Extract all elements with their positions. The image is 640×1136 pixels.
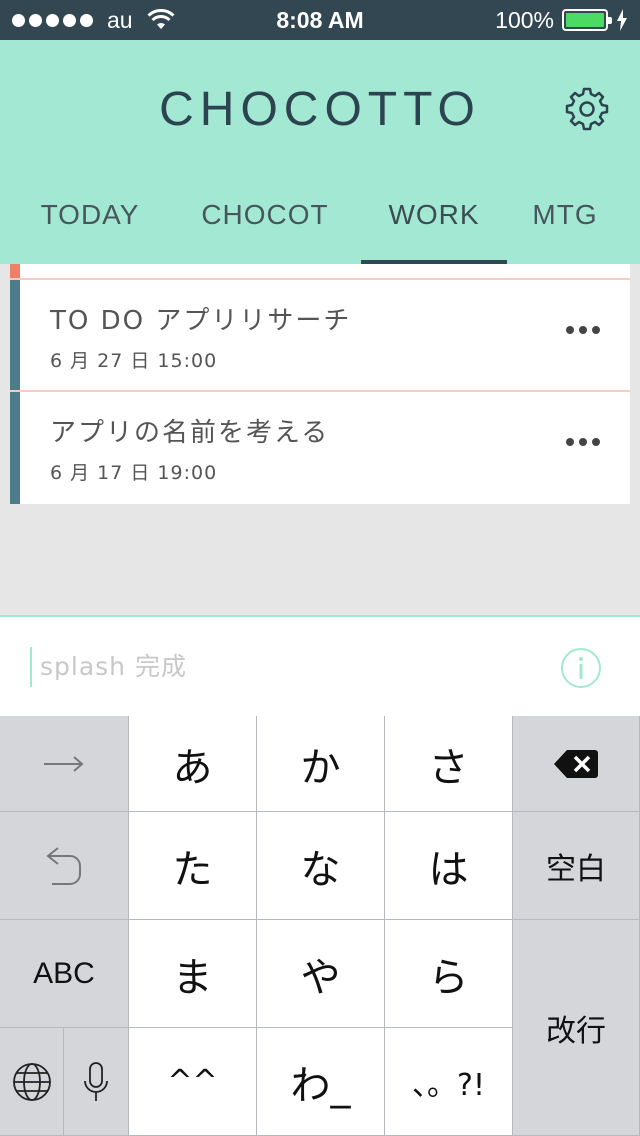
key-ra[interactable]: ら	[385, 920, 513, 1028]
new-task-bar	[0, 615, 640, 716]
tab-today[interactable]: TODAY	[10, 190, 170, 264]
key-undo[interactable]	[0, 812, 129, 920]
globe-icon	[12, 1062, 51, 1101]
task-row[interactable]: TO DO アプリリサーチ 6 月 27 日 15:00	[10, 280, 630, 392]
category-stripe	[10, 280, 20, 390]
status-bar: au 8:08 AM 100%	[0, 0, 640, 40]
new-task-input[interactable]	[40, 645, 520, 687]
backspace-icon	[554, 749, 598, 778]
battery-percent: 100%	[495, 6, 554, 33]
key-a[interactable]: あ	[129, 716, 257, 812]
key-ya[interactable]: や	[257, 920, 385, 1028]
more-dots-icon[interactable]	[566, 326, 600, 334]
tab-mtg[interactable]: MTG	[515, 190, 615, 264]
gear-icon[interactable]	[564, 86, 610, 132]
more-dots-icon[interactable]	[566, 438, 600, 446]
key-ma[interactable]: ま	[129, 920, 257, 1028]
undo-icon	[46, 846, 81, 885]
key-microphone[interactable]	[64, 1028, 129, 1136]
category-tabs: TODAY CHOCOT WORK MTG	[0, 190, 640, 264]
text-caret	[30, 647, 32, 687]
key-na[interactable]: な	[257, 812, 385, 920]
key-next-arrow[interactable]	[0, 716, 129, 812]
key-kaomoji[interactable]: ^^	[129, 1028, 257, 1136]
task-title: アプリの名前を考える	[50, 418, 330, 448]
key-abc[interactable]: ABC	[0, 920, 129, 1028]
arrow-right-icon	[44, 755, 84, 772]
key-punctuation[interactable]: 、。?!	[385, 1028, 513, 1136]
japanese-keyboard: あ か さ た な は 空白 ABC ま や ら 改行 ^^ わ_ 、。?!	[0, 716, 640, 1136]
charging-icon	[617, 9, 627, 31]
battery-icon	[562, 9, 612, 31]
key-globe[interactable]	[0, 1028, 64, 1136]
status-right: 100%	[495, 0, 628, 40]
app-header: CHOCOTTO TODAY CHOCOT WORK MTG	[0, 40, 640, 264]
key-sa[interactable]: さ	[385, 716, 513, 812]
key-wa[interactable]: わ_	[257, 1028, 385, 1136]
list-item-partial	[10, 264, 630, 280]
task-title: TO DO アプリリサーチ	[50, 306, 352, 336]
key-ka[interactable]: か	[257, 716, 385, 812]
key-ha[interactable]: は	[385, 812, 513, 920]
tab-work[interactable]: WORK	[361, 190, 507, 264]
info-icon[interactable]	[560, 647, 602, 689]
key-space[interactable]: 空白	[513, 812, 640, 920]
task-row[interactable]: アプリの名前を考える 6 月 17 日 19:00	[10, 392, 630, 504]
tab-chocot[interactable]: CHOCOT	[180, 190, 350, 264]
category-stripe	[10, 392, 20, 504]
key-return[interactable]: 改行	[513, 920, 640, 1136]
microphone-icon	[84, 1061, 108, 1101]
app-logo: CHOCOTTO	[159, 83, 481, 136]
task-date: 6 月 17 日 19:00	[50, 462, 218, 484]
key-ta[interactable]: た	[129, 812, 257, 920]
task-date: 6 月 27 日 15:00	[50, 350, 218, 372]
key-backspace[interactable]	[513, 716, 640, 812]
